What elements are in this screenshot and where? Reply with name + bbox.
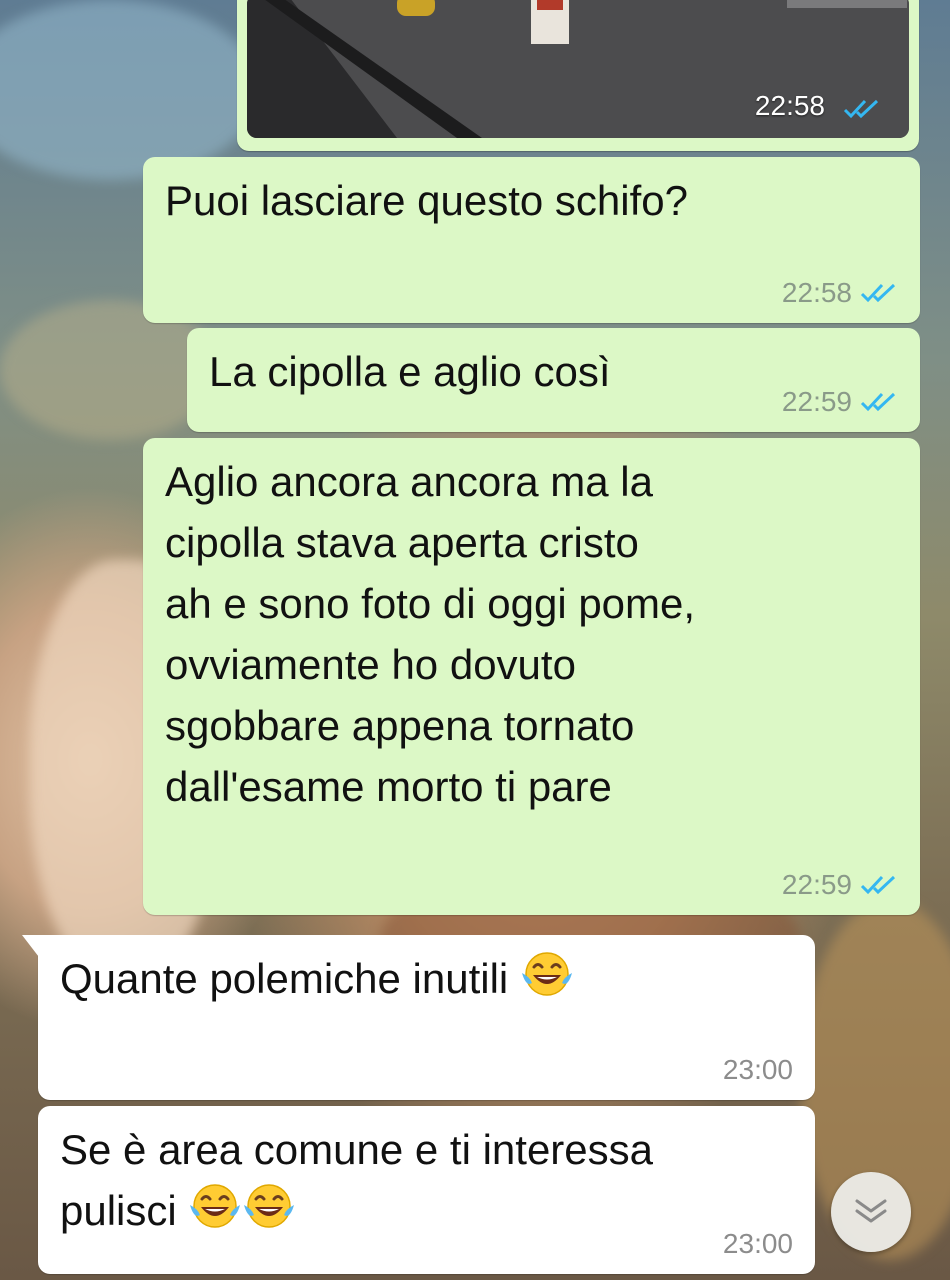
double-check-read-icon (860, 283, 896, 303)
message-text: Se è area comune e ti interessa pulisci (60, 1119, 793, 1241)
message-text-line: Se è area comune e ti interessa (60, 1126, 654, 1173)
shared-photo[interactable]: 22:58 (247, 0, 909, 138)
message-text: Aglio ancora ancora ma la cipolla stava … (165, 458, 696, 810)
message-meta: 23:00 (723, 1054, 793, 1086)
scroll-to-bottom-button[interactable] (831, 1172, 911, 1252)
incoming-message[interactable]: Se è area comune e ti interessa pulisci … (38, 1106, 815, 1274)
message-text-line: pulisci (60, 1187, 177, 1234)
message-time: 23:00 (722, 1054, 793, 1085)
outgoing-message[interactable]: La cipolla e aglio così 22:59 (187, 328, 920, 432)
message-time: 23:00 (722, 1228, 793, 1259)
message-text: Puoi lasciare questo schifo? (165, 177, 688, 224)
face-with-tears-of-joy-emoji-icon (190, 1184, 241, 1228)
message-meta: 23:00 (723, 1228, 793, 1260)
message-meta: 22:59 (782, 869, 898, 901)
double-chevron-down-icon (855, 1199, 887, 1223)
double-check-read-icon (860, 875, 896, 895)
message-text-content: Quante polemiche inutili (60, 955, 509, 1002)
outgoing-message[interactable]: Puoi lasciare questo schifo? 22:58 (143, 157, 920, 323)
bubble-tail (22, 935, 42, 961)
message-time: 22:58 (754, 90, 825, 121)
image-message-bubble[interactable]: 22:58 (237, 0, 919, 151)
face-with-tears-of-joy-emoji-icon (244, 1184, 295, 1228)
double-check-read-icon (843, 99, 879, 119)
message-meta: 22:59 (782, 386, 898, 418)
message-time: 22:58 (781, 277, 852, 308)
incoming-message[interactable]: Quante polemiche inutili 23:00 (22, 935, 815, 1100)
message-meta: 22:58 (782, 277, 898, 309)
face-with-tears-of-joy-emoji-icon (521, 952, 572, 996)
outgoing-message[interactable]: Aglio ancora ancora ma la cipolla stava … (143, 438, 920, 915)
double-check-read-icon (860, 392, 896, 412)
message-text: Quante polemiche inutili (60, 948, 793, 1009)
message-time: 22:59 (781, 386, 852, 417)
message-time: 22:59 (781, 869, 852, 900)
